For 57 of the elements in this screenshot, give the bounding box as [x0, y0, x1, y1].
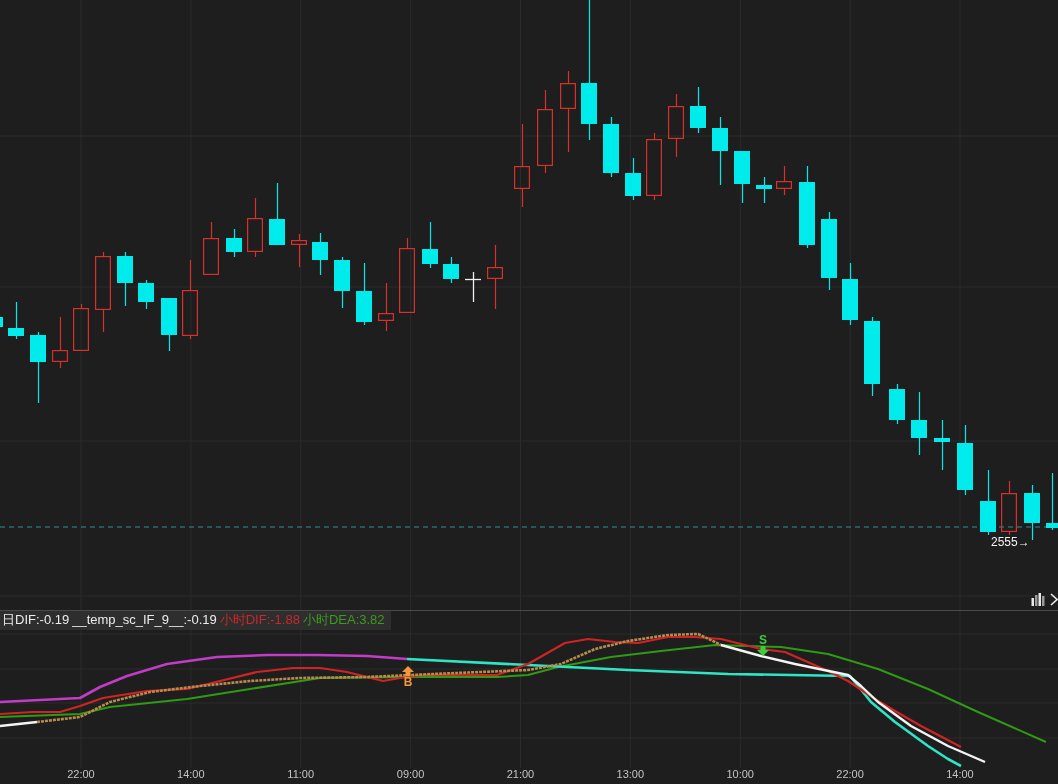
candlestick	[8, 301, 24, 340]
candlestick	[203, 221, 219, 275]
candlestick	[668, 93, 684, 158]
candlestick	[247, 197, 263, 258]
time-label: 22:00	[67, 768, 95, 781]
candlestick	[73, 303, 89, 351]
candlestick	[269, 182, 285, 246]
candlestick	[356, 262, 372, 326]
legend-reading: __temp_sc_IF_9__:-0.19	[72, 612, 217, 628]
candlestick	[161, 297, 177, 352]
candlestick	[756, 176, 772, 204]
chevron-right-icon[interactable]	[1050, 593, 1058, 606]
candlestick	[889, 383, 905, 425]
bar-chart-icon[interactable]	[1031, 592, 1045, 606]
candlestick	[0, 316, 3, 328]
candlestick	[138, 279, 154, 310]
legend-reading: 小时DEA:3.82	[302, 612, 385, 628]
time-label: 22:00	[836, 768, 864, 781]
candlestick	[646, 132, 662, 201]
time-label: 21:00	[506, 768, 535, 781]
signal-label: S	[759, 635, 767, 645]
candlestick	[422, 221, 438, 269]
candlestick	[1001, 480, 1017, 536]
candlestick	[226, 228, 242, 258]
signal-label: B	[403, 677, 413, 687]
candlestick	[842, 262, 858, 326]
candlestick	[603, 116, 619, 178]
time-label: 10:00	[726, 768, 754, 781]
candlestick	[334, 256, 350, 309]
candlestick	[957, 424, 973, 496]
candlestick	[312, 232, 328, 276]
candlestick	[52, 316, 68, 369]
legend-reading: 小时DIF:-1.88	[219, 612, 300, 628]
time-label: 13:00	[616, 768, 645, 781]
legend-reading: 日DIF:-0.19	[2, 612, 70, 628]
candlestick	[980, 469, 996, 536]
candlestick	[487, 244, 503, 310]
down-arrow-icon	[757, 646, 769, 656]
candlestick	[690, 86, 706, 134]
time-label: 14:00	[946, 768, 974, 781]
candlestick	[291, 233, 307, 268]
candlestick	[712, 116, 728, 186]
candlestick	[911, 391, 927, 456]
candlestick	[443, 256, 459, 284]
price-label: 2555→	[991, 535, 1030, 549]
time-label: 11:00	[287, 768, 315, 781]
candlestick	[625, 157, 641, 201]
time-label: 14:00	[177, 768, 205, 781]
crosshair-cursor-icon	[464, 271, 482, 303]
candlestick	[117, 251, 133, 307]
candlestick	[734, 150, 750, 204]
candlestick	[934, 419, 950, 471]
candlestick	[1046, 472, 1058, 531]
up-arrow-icon	[402, 666, 414, 676]
candlestick	[776, 165, 792, 196]
candlestick	[378, 282, 394, 332]
time-label: 09:00	[396, 768, 425, 781]
